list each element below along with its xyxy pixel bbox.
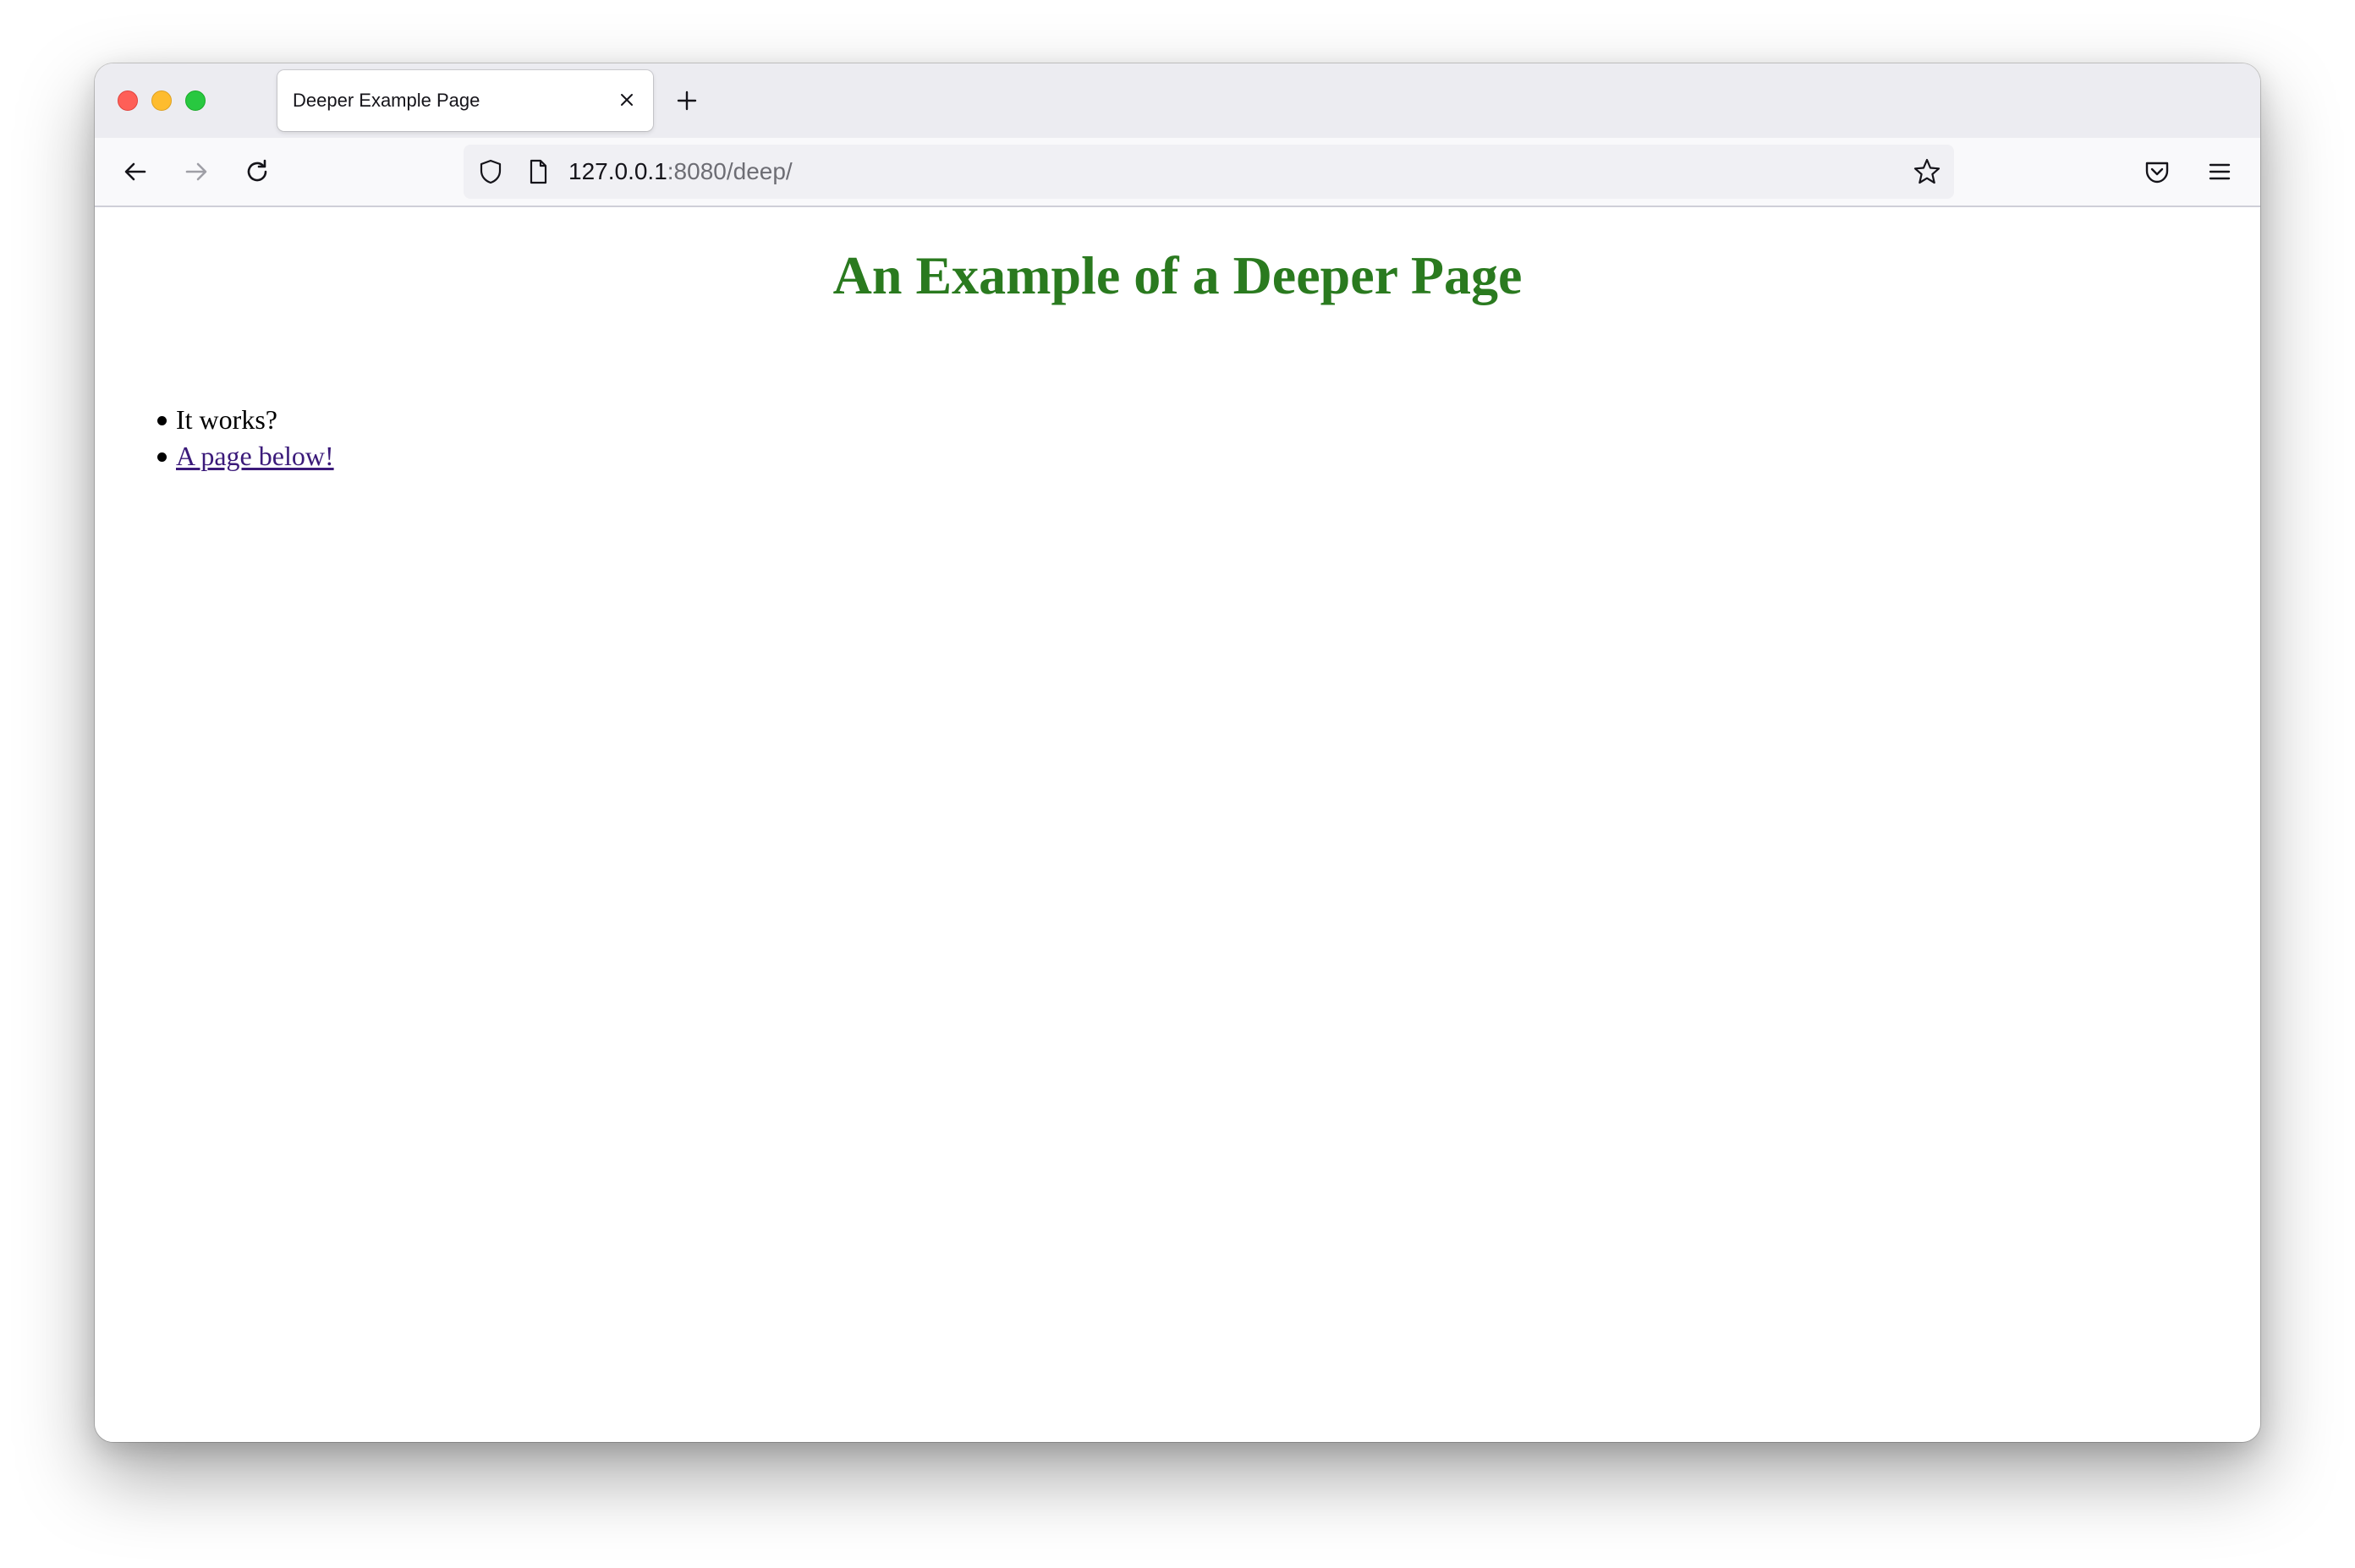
window-close-button[interactable]: [118, 90, 138, 111]
url-path: :8080/deep/: [667, 158, 793, 184]
reload-icon[interactable]: [242, 156, 272, 187]
new-tab-plus-icon[interactable]: [673, 87, 700, 114]
url-text[interactable]: 127.0.0.1:8080/deep/: [568, 145, 793, 199]
url-host: 127.0.0.1: [568, 158, 667, 184]
tab-title: Deeper Example Page: [293, 90, 480, 111]
navigation-toolbar: 127.0.0.1:8080/deep/: [95, 138, 2260, 207]
address-bar[interactable]: 127.0.0.1:8080/deep/: [464, 145, 1954, 199]
list-item-text: It works?: [176, 404, 277, 435]
window-maximize-button[interactable]: [185, 90, 206, 111]
page-title: An Example of a Deeper Page: [832, 245, 1523, 305]
window-minimize-button[interactable]: [151, 90, 172, 111]
page-below-link[interactable]: A page below!: [176, 441, 334, 471]
pocket-icon[interactable]: [2142, 156, 2172, 187]
bullet-icon: [157, 416, 167, 425]
page-icon[interactable]: [524, 158, 552, 185]
shield-icon[interactable]: [477, 158, 504, 185]
content-list: It works? A page below!: [157, 402, 334, 474]
page-content: An Example of a Deeper Page It works? A …: [95, 207, 2260, 1442]
browser-tab[interactable]: Deeper Example Page: [277, 70, 653, 131]
back-arrow-icon[interactable]: [120, 156, 151, 187]
bullet-icon: [157, 452, 167, 462]
tab-strip: Deeper Example Page: [95, 63, 2260, 138]
menu-icon[interactable]: [2204, 156, 2235, 187]
tab-close-icon[interactable]: [616, 89, 638, 111]
list-item: It works?: [157, 402, 334, 438]
browser-window: Deeper Example Page 127.0.0.1:8080/deep/…: [95, 63, 2260, 1442]
star-icon[interactable]: [1912, 156, 1942, 187]
forward-arrow-icon[interactable]: [181, 156, 211, 187]
list-item: A page below!: [157, 438, 334, 474]
